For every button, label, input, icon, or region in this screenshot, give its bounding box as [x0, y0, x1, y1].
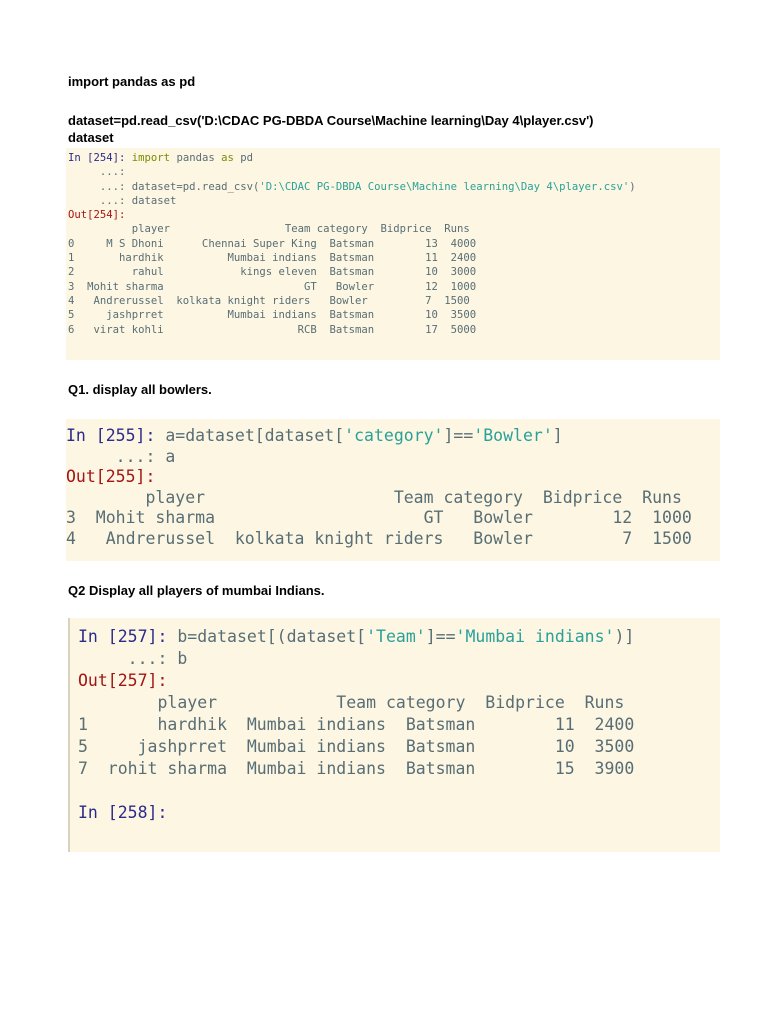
out-prompt: Out[257]:	[78, 671, 168, 690]
table-row: player Team category Bidprice Runs	[68, 223, 470, 236]
in-prompt: In [255]:	[66, 426, 166, 445]
continuation-line: ...: dataset=pd.read_csv('D:\CDAC PG-DBD…	[68, 180, 720, 194]
code: ]==	[425, 627, 456, 646]
in-prompt: In [254]:	[68, 152, 132, 164]
in-prompt: In [257]:	[78, 627, 178, 646]
code: a=dataset[dataset[	[165, 426, 345, 445]
question-1: Q1. display all bowlers.	[68, 382, 212, 397]
text-import-line: import pandas as pd	[68, 74, 196, 89]
table-row: 3 Mohit sharma GT Bowler 12 1000	[66, 508, 692, 527]
code: b=dataset[(dataset[	[177, 627, 367, 646]
string: 'category'	[344, 426, 444, 445]
continuation-line: ...:	[68, 165, 720, 179]
table-row: player Team category Bidprice Runs	[78, 693, 625, 712]
table-row: 4 Andrerussel kolkata knight riders Bowl…	[66, 528, 692, 548]
input-line: In [255]: a=dataset[dataset['category']=…	[66, 426, 720, 447]
string: 'Mumbai indians'	[455, 627, 615, 646]
next-in-prompt: In [258]:	[78, 803, 168, 822]
table-row: player Team category Bidprice Runs	[66, 487, 682, 507]
question-2: Q2 Display all players of mumbai Indians…	[68, 583, 325, 598]
keyword: as	[221, 152, 234, 164]
console-screenshot-mumbai: In [257]: b=dataset[(dataset['Team']=='M…	[68, 618, 720, 852]
table-row: 4 Andrerussel kolkata knight riders Bowl…	[68, 294, 470, 307]
table-row: 0 M S Dhoni Chennai Super King Batsman 1…	[68, 237, 477, 250]
string: 'Bowler'	[473, 426, 553, 445]
code: ...:	[68, 166, 126, 179]
table-row: 1 hardhik Mumbai indians Batsman 11 2400	[78, 715, 635, 734]
input-line: In [254]: import pandas as pd	[68, 151, 720, 165]
console-screenshot-dataset: In [254]: import pandas as pd ...: ...: …	[66, 148, 720, 360]
console-screenshot-bowlers: In [255]: a=dataset[dataset['category']=…	[66, 419, 720, 561]
out-prompt: Out[255]:	[66, 467, 156, 486]
string: 'Team'	[366, 627, 426, 646]
table-row: 6 virat kohli RCB Batsman 17 5000	[68, 323, 477, 336]
code: ]	[552, 426, 563, 445]
table-row: 7 rohit sharma Mumbai indians Batsman 15…	[78, 759, 635, 778]
code: ...: dataset=pd.read_csv(	[68, 180, 260, 193]
continuation-line: ...: a	[66, 446, 176, 466]
keyword: import	[131, 152, 171, 164]
code: )]	[614, 627, 635, 646]
table-row: 5 jashprret Mumbai indians Batsman 10 35…	[68, 309, 477, 322]
text-read-csv-line: dataset=pd.read_csv('D:\CDAC PG-DBDA Cou…	[68, 113, 594, 128]
text-dataset-line: dataset	[68, 130, 114, 145]
code: ]==	[443, 426, 474, 445]
table-row: 3 Mohit sharma GT Bowler 12 1000	[68, 280, 477, 293]
continuation-line: ...: b	[78, 649, 188, 668]
input-line: In [257]: b=dataset[(dataset['Team']=='M…	[78, 626, 720, 648]
table-row: 5 jashprret Mumbai indians Batsman 10 35…	[78, 737, 635, 756]
string: 'D:\CDAC PG-DBDA Course\Machine learning…	[259, 180, 630, 193]
table-row: 2 rahul kings eleven Batsman 10 3000	[68, 266, 477, 279]
code: pandas	[170, 152, 222, 164]
code: )	[629, 180, 636, 193]
code: pd	[233, 152, 253, 164]
out-prompt: Out[254]:	[68, 209, 126, 222]
table-row: 1 hardhik Mumbai indians Batsman 11 2400	[68, 252, 477, 265]
continuation-line: ...: dataset	[68, 194, 177, 207]
